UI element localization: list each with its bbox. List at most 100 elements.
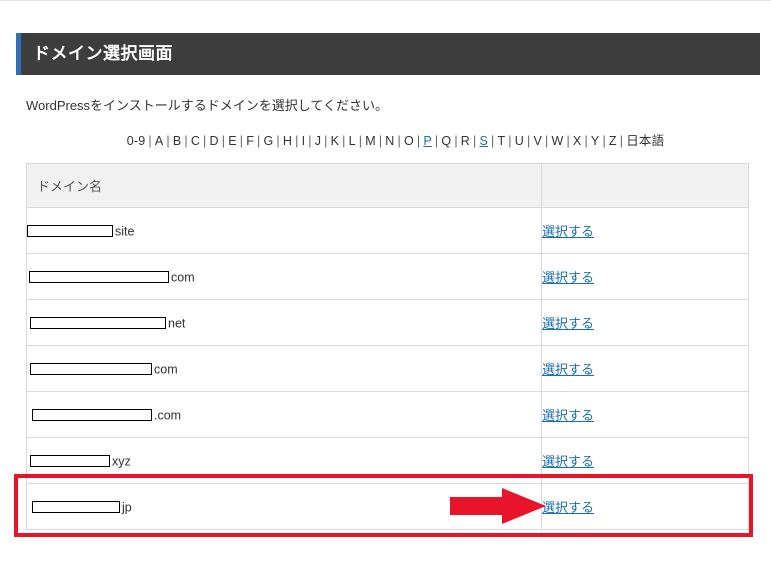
alpha-nav-item: A	[154, 134, 164, 148]
redacted-domain	[29, 271, 169, 284]
redacted-domain	[32, 409, 152, 422]
action-cell: 選択する	[541, 483, 749, 530]
alpha-nav-item: N	[385, 134, 395, 148]
select-domain-link[interactable]: 選択する	[542, 362, 594, 377]
select-domain-link[interactable]: 選択する	[542, 454, 594, 469]
nav-separator: |	[257, 134, 261, 148]
alpha-nav-item: J	[314, 134, 322, 148]
select-domain-link[interactable]: 選択する	[542, 270, 594, 285]
action-cell: 選択する	[541, 345, 749, 392]
nav-separator: |	[148, 134, 152, 148]
domain-name-cell: xyz	[26, 437, 542, 484]
domain-suffix: net	[168, 316, 186, 331]
nav-separator: |	[526, 134, 531, 148]
alpha-nav-item: B	[172, 134, 182, 148]
alpha-nav-item: 0-9	[126, 134, 146, 148]
alpha-nav-item: G	[263, 134, 274, 148]
nav-separator: |	[544, 134, 549, 148]
alpha-nav-item: L	[348, 134, 356, 148]
table-row: xyz 選択する	[26, 437, 749, 484]
nav-separator: |	[434, 134, 439, 148]
alpha-nav-item: T	[497, 134, 506, 148]
alpha-nav-item: M	[365, 134, 376, 148]
alpha-nav-item: D	[209, 134, 219, 148]
select-domain-link[interactable]: 選択する	[542, 224, 594, 239]
alpha-nav-item: X	[572, 134, 582, 148]
nav-separator: |	[602, 134, 606, 148]
domain-name-cell: com	[26, 345, 542, 392]
action-cell: 選択する	[541, 437, 749, 484]
domain-suffix: site	[115, 224, 135, 239]
top-divider	[0, 0, 771, 1]
alpha-nav-item: V	[533, 134, 542, 148]
action-cell: 選択する	[541, 253, 749, 300]
alpha-nav-item: U	[514, 134, 524, 148]
alpha-nav-item: Y	[590, 134, 600, 148]
table-row: net 選択する	[26, 299, 749, 346]
alpha-nav-item: I	[301, 134, 306, 148]
nav-separator: |	[324, 134, 328, 148]
nav-separator: |	[416, 134, 421, 148]
redacted-domain	[30, 317, 166, 330]
domain-suffix: .com	[154, 408, 182, 423]
nav-separator: |	[239, 134, 244, 148]
domain-name-cell: com	[26, 253, 542, 300]
nav-separator: |	[584, 134, 588, 148]
nav-separator: |	[295, 134, 299, 148]
nav-separator: |	[342, 134, 346, 148]
nav-separator: |	[166, 134, 170, 148]
action-header	[541, 163, 749, 208]
nav-separator: |	[454, 134, 458, 148]
nav-separator: |	[184, 134, 188, 148]
domain-suffix: com	[171, 270, 195, 285]
domain-suffix: jp	[122, 500, 132, 515]
redacted-domain	[32, 501, 120, 514]
alpha-nav-item: K	[330, 134, 340, 148]
nav-separator: |	[491, 134, 495, 148]
alpha-nav-item: O	[403, 134, 414, 148]
domain-name-cell: .com	[26, 391, 542, 438]
alphabet-nav: 0-9 | A | B | C | D | E | F | G | H | I | J | K | L | M | N | O | P | Q | R |…	[0, 130, 771, 149]
alpha-nav-item[interactable]: P	[423, 134, 432, 148]
alpha-nav-item: E	[228, 134, 237, 148]
table-row: com 選択する	[26, 253, 749, 300]
domain-name-cell: site	[26, 207, 542, 254]
alpha-nav-item: F	[246, 134, 255, 148]
domain-name-cell: jp	[26, 483, 542, 530]
domain-suffix: com	[154, 362, 178, 377]
nav-separator: |	[473, 134, 477, 148]
domain-name-header: ドメイン名	[26, 163, 542, 208]
select-domain-link[interactable]: 選択する	[542, 408, 594, 423]
table-header-row: ドメイン名	[26, 163, 749, 208]
action-cell: 選択する	[541, 391, 749, 438]
alpha-nav-item: 日本語	[626, 134, 665, 148]
domain-table: ドメイン名 site 選択する com 選択する net 選択する com 選択する .com 選…	[26, 163, 749, 530]
redacted-domain	[27, 225, 113, 238]
redacted-domain	[30, 455, 110, 468]
action-cell: 選択する	[541, 299, 749, 346]
alpha-nav-item: Z	[608, 134, 617, 148]
alpha-nav-item: Q	[441, 134, 452, 148]
table-row: com 選択する	[26, 345, 749, 392]
redacted-domain	[30, 363, 152, 376]
alpha-nav-item[interactable]: S	[479, 134, 488, 148]
alpha-nav-item: R	[460, 134, 470, 148]
action-cell: 選択する	[541, 207, 749, 254]
nav-separator: |	[378, 134, 383, 148]
nav-separator: |	[308, 134, 312, 148]
page-title: ドメイン選択画面	[33, 44, 173, 63]
nav-separator: |	[276, 134, 280, 148]
nav-separator: |	[619, 134, 624, 148]
nav-separator: |	[397, 134, 401, 148]
nav-separator: |	[221, 134, 226, 148]
table-row: .com 選択する	[26, 391, 749, 438]
nav-separator: |	[566, 134, 570, 148]
intro-text: WordPressをインストールするドメインを選択してください。	[26, 98, 389, 113]
alpha-nav-item: C	[190, 134, 201, 148]
select-domain-link[interactable]: 選択する	[542, 500, 594, 515]
select-domain-link[interactable]: 選択する	[542, 316, 594, 331]
table-row: jp 選択する	[26, 483, 749, 530]
table-row: site 選択する	[26, 207, 749, 254]
alpha-nav-item: H	[282, 134, 293, 148]
alpha-nav-item: W	[551, 134, 564, 148]
